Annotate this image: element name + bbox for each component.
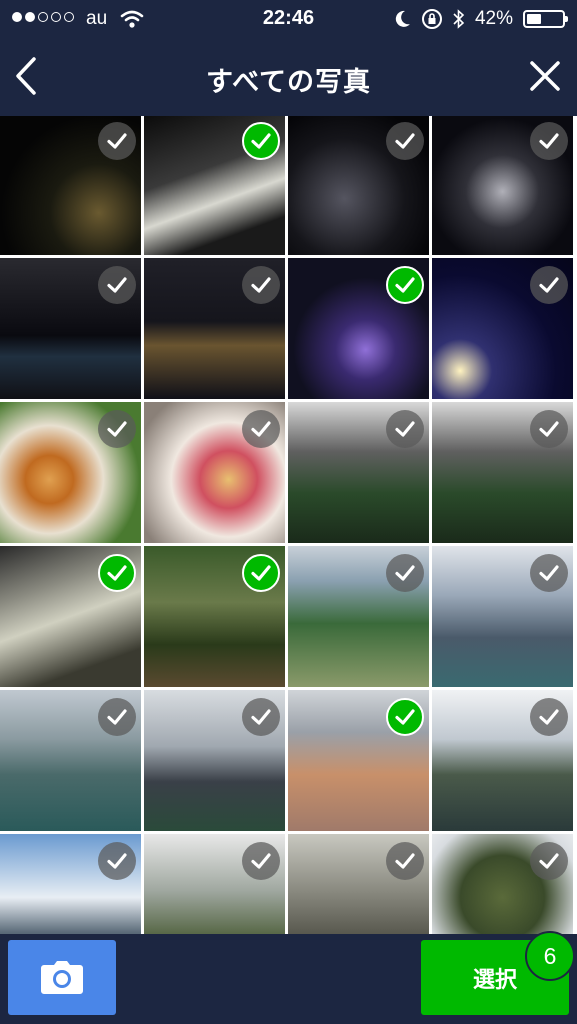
select-button-label: 選択 (472, 967, 517, 993)
checkmark-icon[interactable] (386, 410, 424, 448)
checkmark-icon[interactable] (386, 122, 424, 160)
checkmark-icon[interactable] (530, 266, 568, 304)
photo-thumbnail[interactable] (288, 834, 429, 934)
selected-checkmark-icon[interactable] (242, 122, 280, 160)
photo-thumbnail[interactable] (432, 690, 573, 831)
photo-thumbnail[interactable] (288, 116, 429, 255)
selected-checkmark-icon[interactable] (98, 554, 136, 592)
checkmark-icon[interactable] (530, 842, 568, 880)
selected-checkmark-icon[interactable] (386, 698, 424, 736)
selected-checkmark-icon[interactable] (386, 266, 424, 304)
photo-thumbnail[interactable] (432, 402, 573, 543)
checkmark-icon[interactable] (530, 554, 568, 592)
photo-thumbnail[interactable] (144, 546, 285, 687)
checkmark-icon[interactable] (98, 122, 136, 160)
checkmark-icon[interactable] (242, 410, 280, 448)
photo-thumbnail[interactable] (0, 116, 141, 255)
photo-thumbnail[interactable] (0, 402, 141, 543)
checkmark-icon[interactable] (98, 266, 136, 304)
photo-thumbnail[interactable] (432, 258, 573, 399)
moon-icon (395, 10, 410, 27)
photo-thumbnail[interactable] (0, 258, 141, 399)
photo-thumbnail[interactable] (288, 690, 429, 831)
checkmark-icon[interactable] (242, 266, 280, 304)
orientation-lock-icon (421, 9, 442, 29)
selected-count-badge: 6 (525, 931, 575, 981)
navigation-bar: すべての写真 (0, 38, 577, 116)
photo-thumbnail[interactable] (0, 834, 141, 934)
camera-icon (41, 960, 83, 994)
checkmark-icon[interactable] (530, 122, 568, 160)
photo-thumbnail[interactable] (144, 116, 285, 255)
page-title: すべての写真 (205, 67, 372, 98)
checkmark-icon[interactable] (386, 554, 424, 592)
checkmark-icon[interactable] (242, 842, 280, 880)
status-bar: au 22:46 42% (0, 0, 577, 38)
bluetooth-icon (453, 9, 465, 29)
checkmark-icon[interactable] (386, 842, 424, 880)
photo-thumbnail[interactable] (144, 834, 285, 934)
close-button[interactable] (527, 58, 563, 94)
photo-thumbnail[interactable] (288, 546, 429, 687)
bottom-toolbar: 選択 6 (0, 931, 577, 1024)
battery-percent: 42% (474, 8, 513, 29)
selected-checkmark-icon[interactable] (242, 554, 280, 592)
checkmark-icon[interactable] (98, 698, 136, 736)
camera-button[interactable] (8, 940, 116, 1015)
photo-thumbnail[interactable] (288, 258, 429, 399)
photo-thumbnail[interactable] (144, 258, 285, 399)
photo-thumbnail[interactable] (432, 546, 573, 687)
checkmark-icon[interactable] (98, 842, 136, 880)
checkmark-icon[interactable] (242, 698, 280, 736)
photo-grid (0, 116, 577, 934)
checkmark-icon[interactable] (530, 698, 568, 736)
photo-thumbnail[interactable] (144, 402, 285, 543)
checkmark-icon[interactable] (98, 410, 136, 448)
photo-thumbnail[interactable] (144, 690, 285, 831)
photo-thumbnail[interactable] (288, 402, 429, 543)
photo-thumbnail[interactable] (432, 834, 573, 934)
photo-thumbnail[interactable] (432, 116, 573, 255)
checkmark-icon[interactable] (530, 410, 568, 448)
photo-thumbnail[interactable] (0, 690, 141, 831)
photo-thumbnail[interactable] (0, 546, 141, 687)
battery-icon (523, 10, 568, 28)
